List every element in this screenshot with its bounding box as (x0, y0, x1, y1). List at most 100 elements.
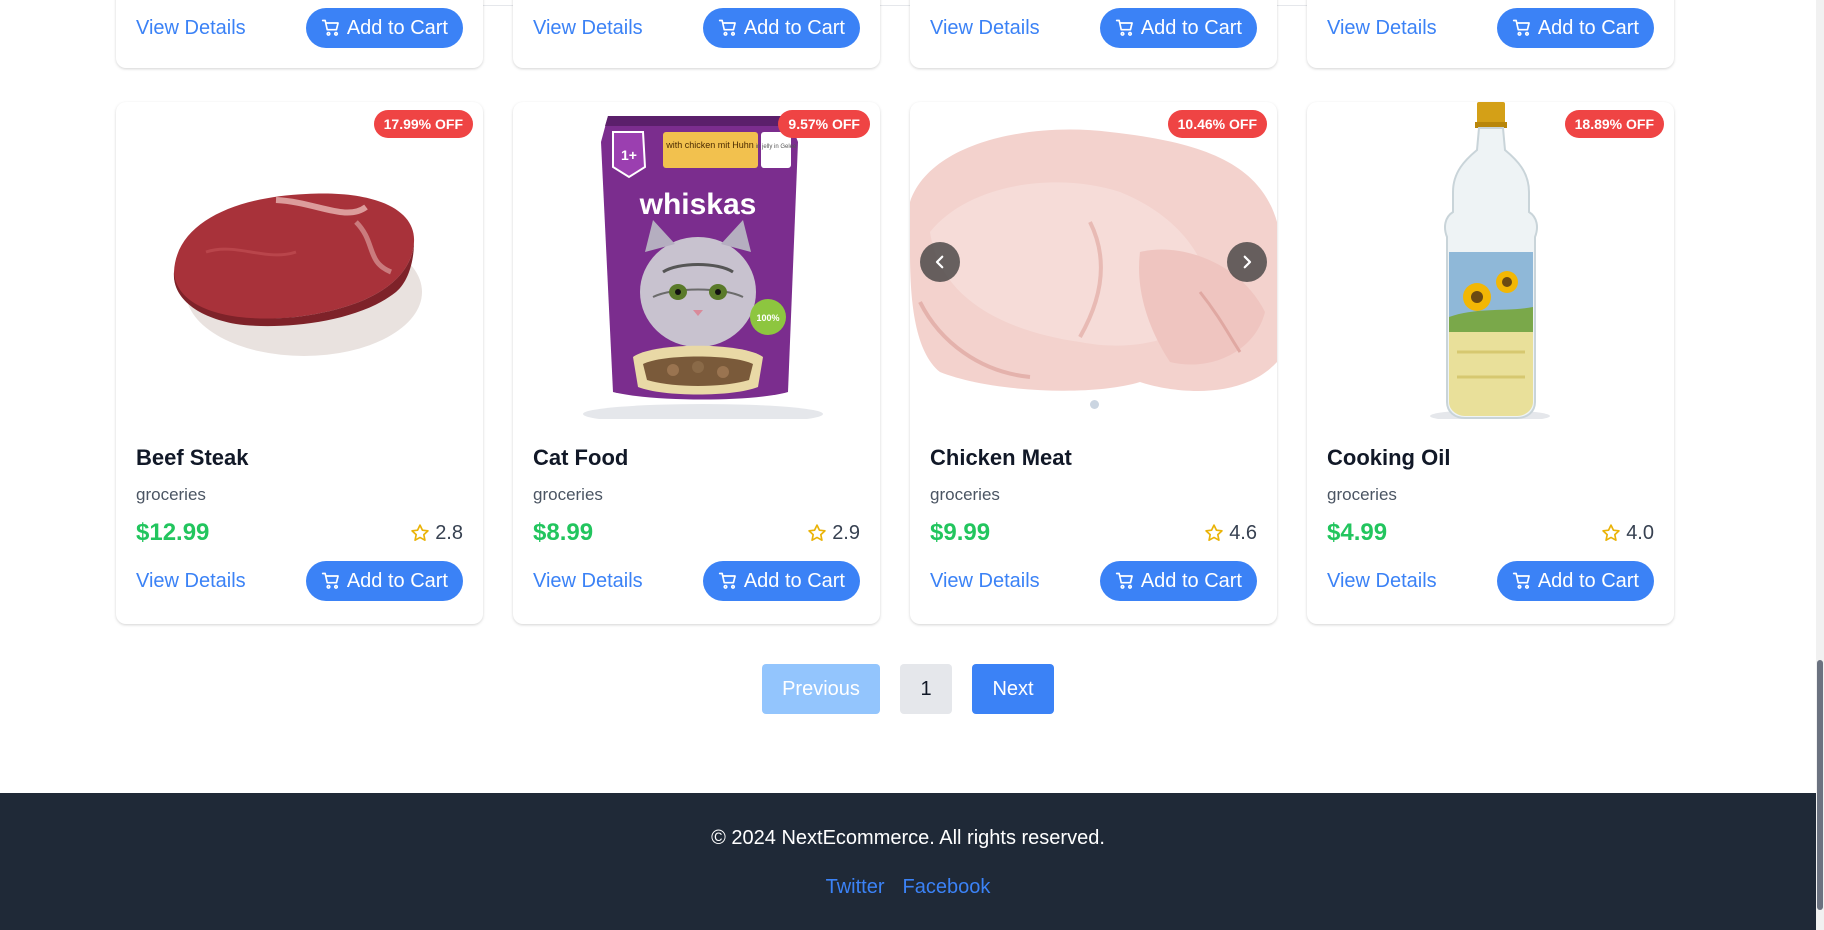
rating-value: 4.6 (1229, 521, 1257, 544)
card-actions: View Details Add to Cart (116, 8, 483, 48)
product-card: View Details Add to Cart (513, 0, 880, 68)
pouch-flavor-text: with chicken mit Huhn (665, 140, 754, 150)
star-outline-icon (411, 524, 429, 541)
price-rating-row: $9.99 4.6 (930, 519, 1257, 547)
add-to-cart-button[interactable]: Add to Cart (702, 8, 860, 48)
discount-badge: 18.89% OFF (1564, 110, 1664, 138)
add-to-cart-button[interactable]: Add to Cart (1099, 8, 1257, 48)
cart-icon (718, 19, 736, 36)
cat-food-pouch-image: with chicken mit Huhn in jelly in Gelee … (583, 116, 823, 419)
rating-value: 4.0 (1626, 521, 1654, 544)
pouch-seal-text: 100% (756, 313, 779, 323)
product-category: groceries (1327, 485, 1397, 504)
product-info: Cat Food groceries $8.99 2.9 View Detail… (513, 419, 880, 601)
next-page-button[interactable]: Next (972, 664, 1054, 714)
product-image-carousel[interactable]: 10.46% OFF (910, 102, 1277, 419)
product-title[interactable]: Cooking Oil (1327, 445, 1654, 475)
add-to-cart-button[interactable]: Add to Cart (1496, 561, 1654, 601)
cart-icon (1115, 572, 1133, 589)
discount-badge: 9.57% OFF (778, 110, 870, 138)
steak-image (173, 193, 422, 356)
add-to-cart-label: Add to Cart (346, 569, 448, 592)
add-to-cart-label: Add to Cart (1140, 569, 1242, 592)
product-info: Cooking Oil groceries $4.99 4.0 View Det… (1307, 419, 1674, 601)
footer: © 2024 NextEcommerce. All rights reserve… (0, 793, 1816, 930)
view-details-link[interactable]: View Details (533, 17, 643, 40)
discount-badge: 17.99% OFF (373, 110, 473, 138)
card-actions: View Details Add to Cart (910, 8, 1277, 48)
product-card: 10.46% OFF Chicken Meat groceries $9.99 … (910, 102, 1277, 624)
view-details-link[interactable]: View Details (1327, 17, 1437, 40)
add-to-cart-label: Add to Cart (1537, 569, 1639, 592)
scrollbar-thumb[interactable] (1817, 660, 1823, 910)
product-image-area[interactable]: 17.99% OFF (116, 102, 483, 419)
card-actions: View Details Add to Cart (136, 561, 463, 601)
view-details-link[interactable]: View Details (930, 570, 1040, 593)
product-category: groceries (533, 485, 603, 504)
product-rating: 2.9 (807, 522, 860, 545)
page-number-button[interactable]: 1 (900, 664, 952, 714)
view-details-link[interactable]: View Details (1327, 570, 1437, 593)
product-grid: 17.99% OFF Beef Steak groceries $12.99 2… (116, 102, 1676, 624)
product-card: View Details Add to Cart (910, 0, 1277, 68)
price-rating-row: $8.99 2.9 (533, 519, 860, 547)
chevron-right-icon (1243, 255, 1252, 269)
product-price: $4.99 (1327, 519, 1388, 546)
product-price: $12.99 (136, 519, 210, 546)
rating-value: 2.9 (832, 521, 860, 544)
carousel-indicator-dot[interactable] (1089, 400, 1099, 409)
product-card: 9.57% OFF with chicken mit Huhn in jelly… (513, 102, 880, 624)
cart-icon (1512, 572, 1530, 589)
social-links: Twitter Facebook (0, 876, 1816, 899)
carousel-next-button[interactable] (1227, 242, 1267, 282)
product-rating: 2.8 (410, 522, 463, 545)
view-details-link[interactable]: View Details (930, 17, 1040, 40)
add-to-cart-label: Add to Cart (346, 16, 448, 39)
cart-icon (718, 572, 736, 589)
add-to-cart-label: Add to Cart (743, 16, 845, 39)
product-price: $9.99 (930, 519, 991, 546)
previous-page-button[interactable]: Previous (762, 664, 880, 714)
add-to-cart-button[interactable]: Add to Cart (1099, 561, 1257, 601)
facebook-link[interactable]: Facebook (903, 876, 991, 899)
price-rating-row: $12.99 2.8 (136, 519, 463, 547)
product-card: View Details Add to Cart (116, 0, 483, 68)
view-details-link[interactable]: View Details (533, 570, 643, 593)
oil-bottle-image (1430, 102, 1550, 419)
add-to-cart-label: Add to Cart (1140, 16, 1242, 39)
card-actions: View Details Add to Cart (1327, 561, 1654, 601)
add-to-cart-button[interactable]: Add to Cart (305, 561, 463, 601)
star-outline-icon (1205, 524, 1223, 541)
product-title[interactable]: Beef Steak (136, 445, 463, 475)
product-title[interactable]: Cat Food (533, 445, 860, 475)
product-image-area[interactable]: 18.89% OFF (1307, 102, 1674, 419)
price-rating-row: $4.99 4.0 (1327, 519, 1654, 547)
carousel-prev-button[interactable] (920, 242, 960, 282)
add-to-cart-button[interactable]: Add to Cart (305, 8, 463, 48)
product-card: View Details Add to Cart (1307, 0, 1674, 68)
twitter-link[interactable]: Twitter (826, 876, 885, 899)
card-actions: View Details Add to Cart (930, 561, 1257, 601)
view-details-link[interactable]: View Details (136, 17, 246, 40)
page-scrollbar[interactable] (1816, 0, 1824, 930)
page: View Details Add to Cart View Details Ad… (0, 0, 1824, 930)
product-info: Chicken Meat groceries $9.99 4.6 View De… (910, 419, 1277, 601)
pouch-age-text: 1+ (621, 147, 637, 163)
cart-icon (1115, 19, 1133, 36)
chevron-left-icon (935, 255, 944, 269)
product-image-area[interactable]: 9.57% OFF with chicken mit Huhn in jelly… (513, 102, 880, 419)
product-title[interactable]: Chicken Meat (930, 445, 1257, 475)
add-to-cart-button[interactable]: Add to Cart (1496, 8, 1654, 48)
rating-value: 2.8 (435, 521, 463, 544)
add-to-cart-button[interactable]: Add to Cart (702, 561, 860, 601)
star-outline-icon (1602, 524, 1620, 541)
view-details-link[interactable]: View Details (136, 570, 246, 593)
cart-icon (321, 572, 339, 589)
product-grid-previous-row: View Details Add to Cart View Details Ad… (116, 0, 1676, 68)
pagination: Previous 1 Next (0, 664, 1816, 714)
pouch-side-text: in jelly in Gelee (756, 144, 797, 150)
card-actions: View Details Add to Cart (1307, 8, 1674, 48)
cart-icon (1512, 19, 1530, 36)
cart-icon (321, 19, 339, 36)
card-actions: View Details Add to Cart (513, 8, 880, 48)
